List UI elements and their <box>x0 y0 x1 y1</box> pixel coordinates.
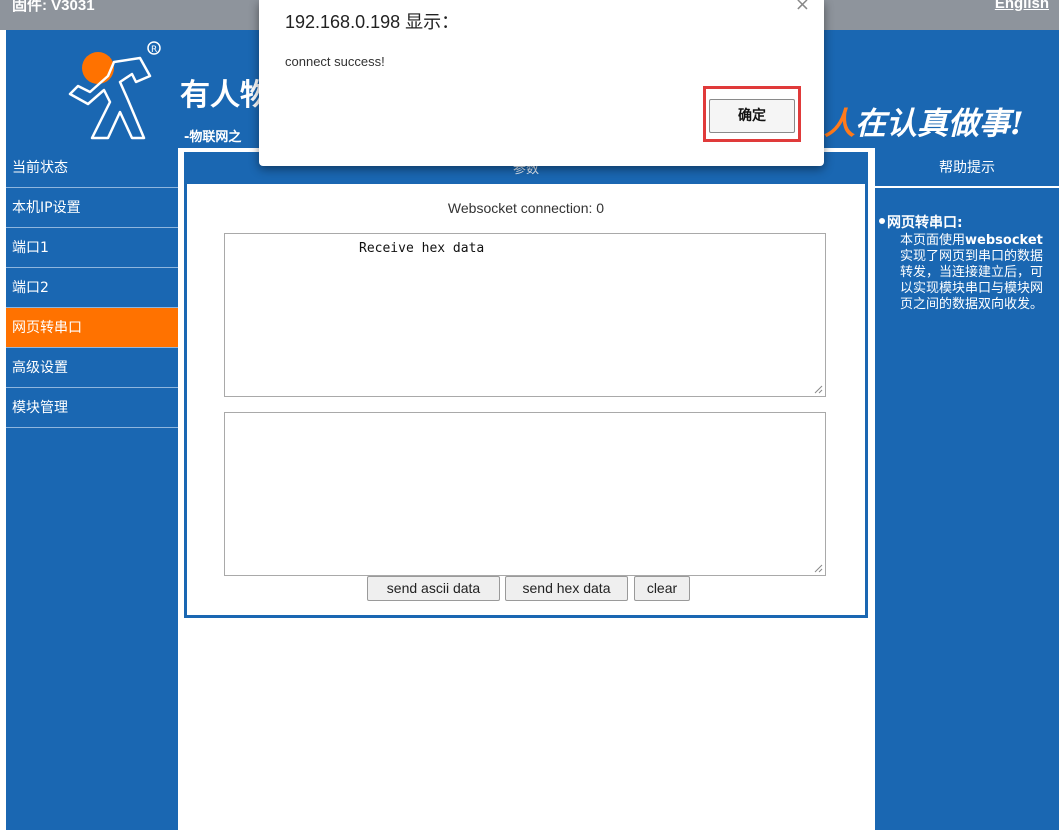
company-name: 有人物 <box>180 78 270 113</box>
sidebar-item-web-to-serial[interactable]: 网页转串口 <box>6 308 178 348</box>
sidebar-item-status[interactable]: 当前状态 <box>6 148 178 188</box>
help-panel: 帮助提示 网页转串口: 本页面使用websocket实现了网页到串口的数据转发，… <box>875 148 1059 830</box>
send-textarea[interactable] <box>224 412 826 576</box>
resize-grip-icon[interactable] <box>814 564 823 573</box>
receive-textarea[interactable]: Receive hex data <box>224 233 826 397</box>
help-title: 网页转串口: <box>887 215 963 231</box>
dialog-message: connect success! <box>285 54 385 69</box>
language-link[interactable]: English <box>995 0 1049 12</box>
sidebar-item-port2[interactable]: 端口2 <box>6 268 178 308</box>
alert-dialog: 192.168.0.198 显示： × connect success! 确定 <box>259 0 824 166</box>
slogan-accent: 人 <box>824 106 855 142</box>
help-text-start: 本页面使用 <box>900 233 966 248</box>
sidebar-item-port1[interactable]: 端口1 <box>6 228 178 268</box>
sidebar-item-ip-settings[interactable]: 本机IP设置 <box>6 188 178 228</box>
sidebar-item-advanced[interactable]: 高级设置 <box>6 348 178 388</box>
sidebar-nav: 当前状态 本机IP设置 端口1 端口2 网页转串口 高级设置 模块管理 <box>6 148 178 830</box>
send-hex-button[interactable]: send hex data <box>505 576 628 601</box>
main-panel: 参数 Websocket connection: 0 Receive hex d… <box>184 152 868 618</box>
dialog-title: 192.168.0.198 显示： <box>285 12 460 32</box>
bullet-icon <box>879 218 885 224</box>
banner-slogan: 人在认真做事! <box>824 98 1024 143</box>
send-ascii-button[interactable]: send ascii data <box>367 576 500 601</box>
slogan-text: 在认真做事! <box>855 106 1024 142</box>
company-logo: R <box>68 41 161 140</box>
help-text-keyword: websocket <box>965 233 1043 248</box>
help-text-end: 实现了网页到串口的数据转发，当连接建立后，可以实现模块串口与模块网页之间的数据双… <box>900 249 1044 312</box>
sidebar-item-module-management[interactable]: 模块管理 <box>6 388 178 428</box>
ok-button[interactable]: 确定 <box>709 99 795 133</box>
resize-grip-icon[interactable] <box>814 385 823 394</box>
company-tagline: -物联网之 <box>184 130 242 145</box>
panel-body: Websocket connection: 0 Receive hex data… <box>187 184 865 615</box>
close-icon[interactable]: × <box>795 0 810 15</box>
svg-text:R: R <box>151 45 157 55</box>
help-text: 本页面使用websocket实现了网页到串口的数据转发，当连接建立后，可以实现模… <box>900 233 1050 313</box>
clear-button[interactable]: clear <box>634 576 690 601</box>
receive-text: Receive hex data <box>359 241 485 256</box>
help-header: 帮助提示 <box>875 148 1059 188</box>
websocket-status: Websocket connection: 0 <box>447 200 605 216</box>
firmware-version: 固件: V3031 <box>12 0 95 14</box>
